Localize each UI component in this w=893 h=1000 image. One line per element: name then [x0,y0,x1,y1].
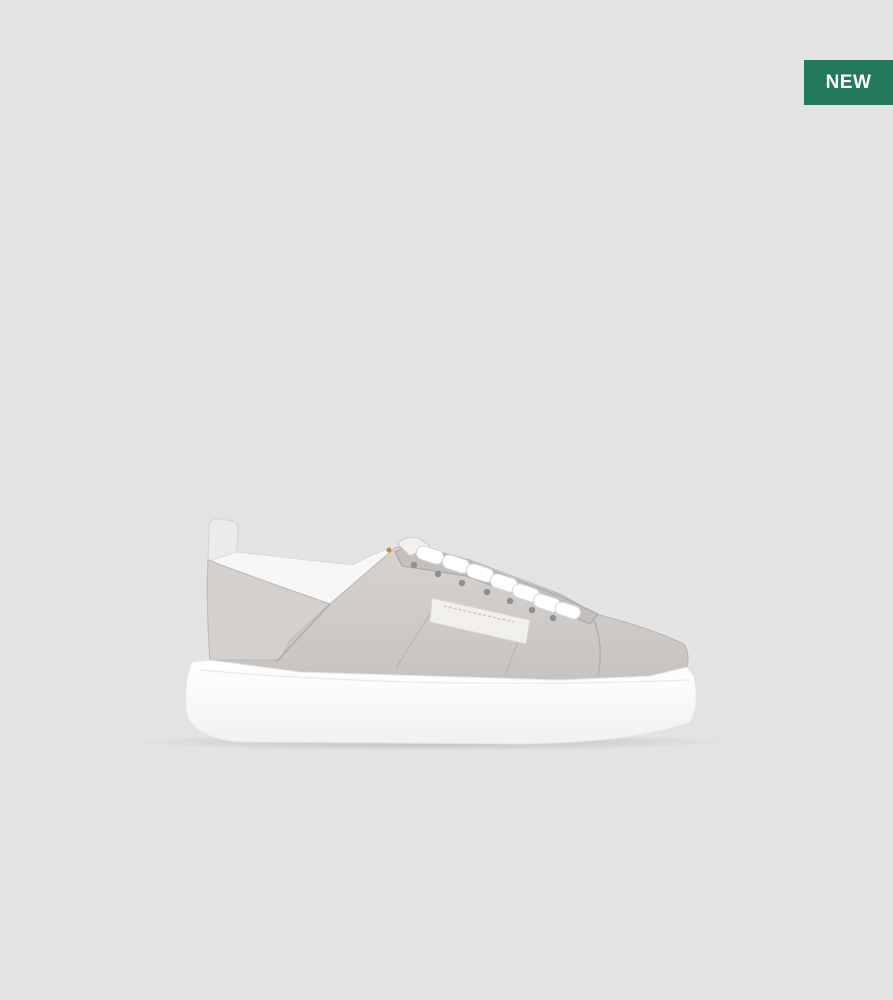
tongue-logo-dot [386,547,392,553]
new-badge-label: NEW [825,71,872,93]
product-card[interactable]: NEW [0,0,893,1000]
new-badge: NEW [804,60,893,105]
sneaker-image[interactable] [0,0,893,1000]
